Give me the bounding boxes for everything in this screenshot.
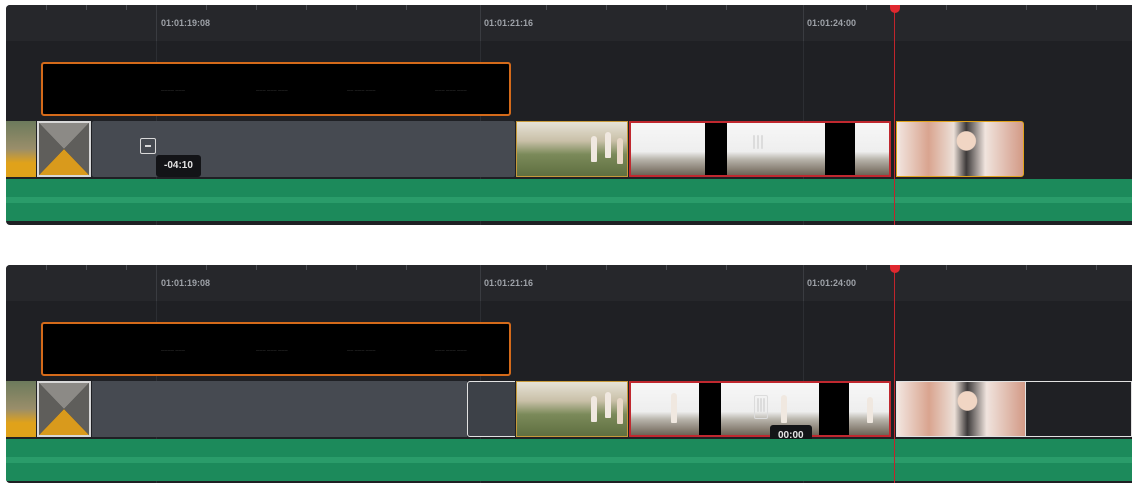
title-text: —— ——— ——— [347,348,376,352]
timeline-panel-2: 01:01:19:08 01:01:21:16 01:01:24:00 ————… [6,265,1132,483]
audio-track[interactable] [6,439,1132,481]
transition-icon [39,123,89,175]
title-clip[interactable]: ———— ——— ——— ——— ——— —— ——— ——— ——— ——— … [41,62,511,116]
transition-clip[interactable] [37,121,91,177]
video-clip-baseball-field[interactable] [516,381,628,437]
video-clip-left[interactable] [6,381,36,437]
timecode-label: 01:01:21:16 [484,278,534,288]
video-clip-selected[interactable] [629,381,891,437]
timecode-label: 01:01:19:08 [161,18,211,28]
transition-icon [39,383,89,435]
timecode-label: 01:01:24:00 [807,278,857,288]
timecode-ruler[interactable]: 01:01:19:08 01:01:21:16 01:01:24:00 [6,5,1132,41]
video-clip-portrait[interactable] [896,381,1026,437]
title-text: ——— ——— ——— [256,88,288,92]
video-clip-left[interactable] [6,121,36,177]
timecode-label: 01:01:24:00 [807,18,857,28]
timecode-ruler[interactable]: 01:01:19:08 01:01:21:16 01:01:24:00 [6,265,1132,301]
video-clip-selected[interactable] [629,121,891,177]
gap-clip[interactable] [92,381,467,437]
offset-tooltip: -04:10 [156,155,201,177]
title-text: ———— ——— [161,88,186,92]
title-text: ———— ——— [161,348,186,352]
slip-grip-icon[interactable] [754,395,768,419]
timecode-label: 01:01:21:16 [484,18,534,28]
transition-clip[interactable] [37,381,91,437]
title-text: ——— ——— ——— [256,348,288,352]
playhead[interactable] [890,5,900,225]
title-text: ——— ——— ——— [435,88,467,92]
timeline-panel-1: 01:01:19:08 01:01:21:16 01:01:24:00 ————… [6,5,1132,225]
video-clip-portrait[interactable] [896,121,1024,177]
video-track [6,381,1132,437]
gap-clip-selected[interactable] [467,381,515,437]
title-clip[interactable]: ———— ——— ——— ——— ——— —— ——— ——— ——— ——— … [41,322,511,376]
gap-after [1026,381,1132,437]
title-text: —— ——— ——— [347,88,376,92]
range-handle-icon[interactable] [140,138,156,154]
slip-grip-icon[interactable] [751,133,765,151]
audio-track[interactable] [6,179,1132,221]
timecode-label: 01:01:19:08 [161,278,211,288]
video-clip-baseball-field[interactable] [516,121,628,177]
title-text: ——— ——— ——— [435,348,467,352]
playhead[interactable] [890,265,900,483]
